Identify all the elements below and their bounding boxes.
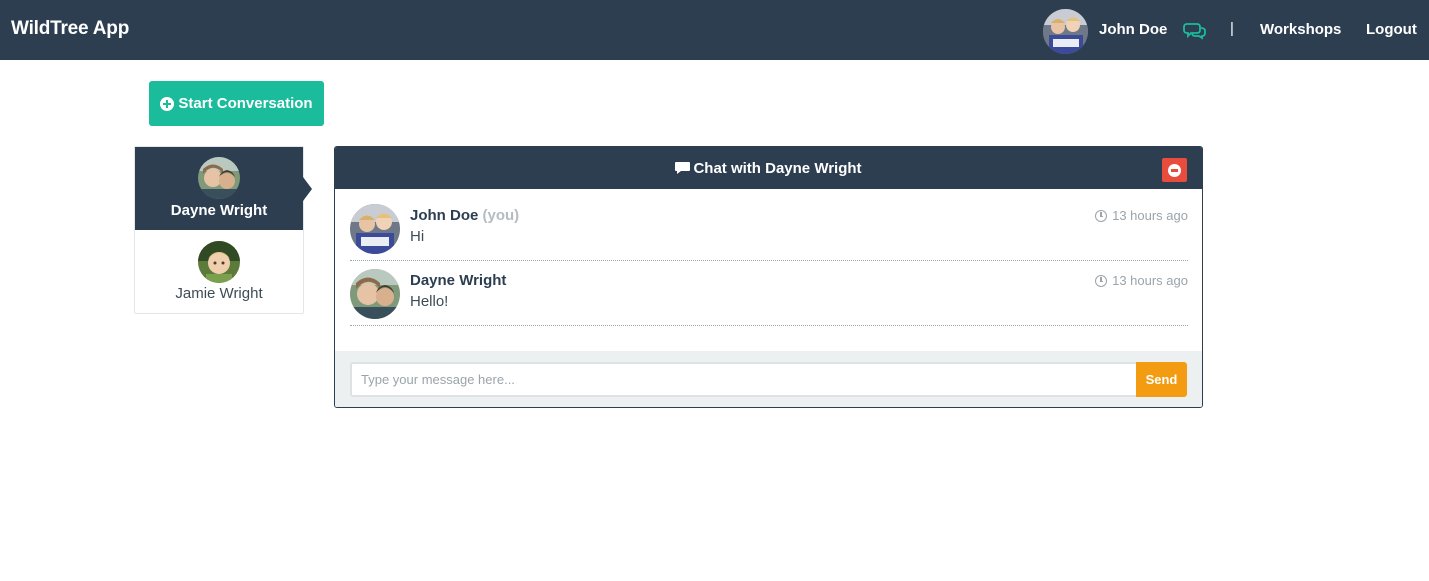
app-brand[interactable]: WildTree App	[11, 18, 129, 40]
chat-bubbles-icon[interactable]	[1183, 22, 1207, 40]
chat-panel: Chat with Dayne Wright John Doe (you) Hi	[334, 146, 1203, 408]
contact-list: Dayne Wright Jamie Wright	[134, 146, 312, 314]
message-timestamp: 13 hours ago	[1095, 208, 1188, 223]
message-item: John Doe (you) Hi 13 hours ago	[350, 204, 1188, 261]
contact-item-jamie-wright[interactable]: Jamie Wright	[135, 231, 303, 314]
sender-name: Dayne Wright	[410, 272, 507, 289]
start-conversation-button[interactable]: Start Conversation	[149, 81, 324, 126]
contact-avatar	[198, 157, 240, 199]
nav-link-logout[interactable]: Logout	[1366, 21, 1417, 38]
message-sender: John Doe (you)	[410, 207, 519, 224]
nav-link-workshops[interactable]: Workshops	[1260, 21, 1341, 38]
user-avatar[interactable]	[1043, 9, 1088, 54]
nav-separator: |	[1230, 20, 1234, 37]
sender-photo-icon	[350, 204, 400, 254]
close-chat-button[interactable]	[1162, 158, 1187, 182]
you-tag: (you)	[482, 207, 520, 224]
message-text: Hi	[410, 228, 425, 245]
user-avatar-photo-icon	[1043, 9, 1088, 54]
message-text: Hello!	[410, 293, 449, 310]
message-input[interactable]	[350, 362, 1136, 397]
timestamp-text: 13 hours ago	[1112, 208, 1188, 223]
chat-title: Chat with Dayne Wright	[335, 160, 1202, 177]
clock-icon	[1095, 274, 1108, 287]
chat-header: Chat with Dayne Wright	[335, 147, 1202, 189]
message-sender: Dayne Wright	[410, 272, 506, 289]
message-avatar	[350, 269, 400, 319]
user-name[interactable]: John Doe	[1099, 21, 1167, 38]
contact-name: Jamie Wright	[175, 285, 263, 302]
clock-icon	[1095, 209, 1108, 222]
contact-photo-icon	[198, 241, 240, 283]
timestamp-text: 13 hours ago	[1112, 273, 1188, 288]
contact-photo-icon	[198, 157, 240, 199]
message-timestamp: 13 hours ago	[1095, 273, 1188, 288]
message-item: Dayne Wright Hello! 13 hours ago	[350, 269, 1188, 326]
chat-composer: Send	[335, 351, 1202, 407]
send-button[interactable]: Send	[1136, 362, 1187, 397]
plus-circle-icon	[160, 96, 175, 111]
contact-item-dayne-wright[interactable]: Dayne Wright	[135, 147, 312, 230]
minus-circle-icon	[1168, 164, 1181, 177]
start-conversation-label: Start Conversation	[178, 95, 313, 112]
chat-title-text: Chat with Dayne Wright	[693, 160, 862, 177]
contact-avatar	[198, 241, 240, 283]
contact-name: Dayne Wright	[170, 202, 268, 219]
comment-icon	[675, 162, 691, 174]
sender-name: John Doe	[410, 207, 479, 224]
message-avatar	[350, 204, 400, 254]
top-navbar: WildTree App John Doe | Workshops Logout	[0, 0, 1429, 60]
sender-photo-icon	[350, 269, 400, 319]
